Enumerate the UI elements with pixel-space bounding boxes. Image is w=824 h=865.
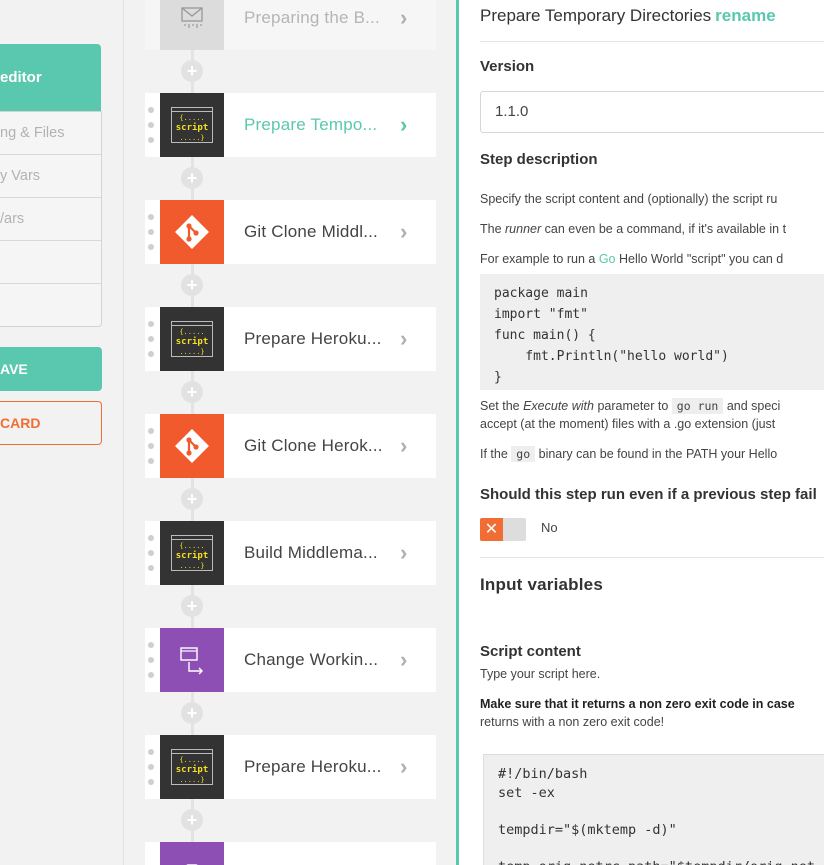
description-text: The runner can even be a command, if it'…	[480, 222, 787, 236]
add-step-button[interactable]: +	[181, 60, 203, 82]
description-text: Specify the script content and (optional…	[480, 192, 778, 206]
version-label: Version	[480, 58, 535, 75]
drag-handle[interactable]	[148, 642, 154, 678]
script-icon: {..... script.....}	[160, 735, 224, 799]
step-name: Git Clone Herok...	[244, 436, 383, 455]
run-if-failed-toggle[interactable]: ✕	[480, 518, 526, 541]
step-name: Prepare Heroku...	[244, 757, 382, 776]
script-warning: Make sure that it returns a non zero exi…	[480, 697, 795, 711]
add-step-button[interactable]: +	[181, 809, 203, 831]
workflow-step[interactable]: {..... script.....} Build Middlema... ›	[145, 521, 436, 585]
step-name: Prepare Tempo...	[244, 115, 378, 134]
step-name: Build Middlema...	[244, 543, 378, 562]
left-nav: editor ng & Files y Vars /ars AVE CARD	[0, 0, 124, 865]
script-warning: returns with a non zero exit code!	[480, 715, 665, 729]
script-content-label: Script content	[480, 643, 581, 660]
save-button[interactable]: AVE	[0, 347, 102, 391]
script-icon: {..... script.....}	[160, 93, 224, 157]
script-content-editor[interactable]: #!/bin/bash set -ex tempdir="$(mktemp -d…	[483, 754, 824, 865]
drag-handle[interactable]	[148, 321, 154, 357]
add-step-button[interactable]: +	[181, 167, 203, 189]
code-example: package main import "fmt" func main() { …	[480, 274, 824, 390]
workflow-step[interactable]: Preparing the B... ›	[145, 0, 436, 50]
cache-icon	[160, 0, 224, 50]
chevron-right-icon: ›	[400, 326, 408, 351]
toggle-value: No	[541, 520, 558, 535]
nav-item-env-vars[interactable]: y Vars	[0, 155, 101, 198]
script-hint: Type your script here.	[480, 667, 601, 681]
add-step-button[interactable]: +	[181, 381, 203, 403]
go-link[interactable]: Go	[599, 252, 616, 266]
chevron-right-icon: ›	[400, 433, 408, 458]
add-step-button[interactable]: +	[181, 274, 203, 296]
workflow-step[interactable]: {..... script.....} Prepare Heroku... ›	[145, 307, 436, 371]
workflow-step[interactable]: Git Clone Herok... ›	[145, 414, 436, 478]
nav-item-caching-files[interactable]: ng & Files	[0, 112, 101, 155]
workflow-step[interactable]: {..... script.....} Prepare Heroku... ›	[145, 735, 436, 799]
divider	[480, 41, 824, 42]
step-name: Git Clone Middl...	[244, 222, 378, 241]
script-icon: {..... script.....}	[160, 307, 224, 371]
step-name: Prepare Heroku...	[244, 329, 382, 348]
drag-handle[interactable]	[148, 107, 154, 143]
script-icon: {..... script.....}	[160, 521, 224, 585]
workflow-steps-column: + + + + + + + + Preparing the B... › {..…	[125, 0, 456, 865]
chevron-right-icon: ›	[400, 754, 408, 779]
nav-item-4[interactable]	[0, 241, 101, 284]
workflow-step[interactable]	[145, 842, 436, 865]
workflow-step[interactable]: Change Workin... ›	[145, 628, 436, 692]
description-text: accept (at the moment) files with a .go …	[480, 417, 776, 431]
drag-handle[interactable]	[148, 535, 154, 571]
drag-handle[interactable]	[148, 214, 154, 250]
step-description-label: Step description	[480, 151, 598, 168]
chevron-right-icon: ›	[400, 540, 408, 565]
workflow-step-selected[interactable]: {..... script.....} Prepare Tempo... ›	[145, 93, 436, 157]
add-step-button[interactable]: +	[181, 595, 203, 617]
git-icon	[160, 200, 224, 264]
step-icon	[160, 842, 224, 865]
add-step-button[interactable]: +	[181, 488, 203, 510]
step-name: Preparing the B...	[244, 8, 380, 27]
description-text: If the go binary can be found in the PAT…	[480, 446, 778, 462]
chevron-right-icon: ›	[400, 647, 408, 672]
run-if-failed-label: Should this step run even if a previous …	[480, 486, 817, 503]
chevron-right-icon: ›	[400, 5, 408, 30]
input-variables-title: Input variables	[480, 575, 603, 594]
step-title-text: Prepare Temporary Directories	[480, 6, 712, 25]
workflow-step[interactable]: Git Clone Middl... ›	[145, 200, 436, 264]
description-text: Set the Execute with parameter to go run…	[480, 398, 781, 414]
divider	[480, 557, 824, 558]
add-step-button[interactable]: +	[181, 702, 203, 724]
drag-handle[interactable]	[148, 749, 154, 785]
nav-item-editor[interactable]: editor	[0, 44, 101, 112]
step-title: Prepare Temporary Directories rename	[480, 6, 824, 26]
nav-item-5[interactable]	[0, 284, 101, 326]
step-details-panel: Prepare Temporary Directories rename Vers…	[459, 0, 824, 865]
version-field[interactable]: 1.1.0	[480, 91, 824, 133]
chevron-right-icon: ›	[400, 219, 408, 244]
nav-item-secret-vars[interactable]: /ars	[0, 198, 101, 241]
chevron-right-icon: ›	[400, 112, 408, 137]
drag-handle[interactable]	[148, 428, 154, 464]
step-name: Change Workin...	[244, 650, 379, 669]
rename-link[interactable]: rename	[715, 6, 775, 25]
close-icon: ✕	[480, 518, 503, 541]
description-text: For example to run a Go Hello World "scr…	[480, 252, 784, 266]
git-icon	[160, 414, 224, 478]
nav-list: ng & Files y Vars /ars	[0, 111, 102, 327]
discard-button[interactable]: CARD	[0, 401, 102, 445]
change-dir-icon	[160, 628, 224, 692]
